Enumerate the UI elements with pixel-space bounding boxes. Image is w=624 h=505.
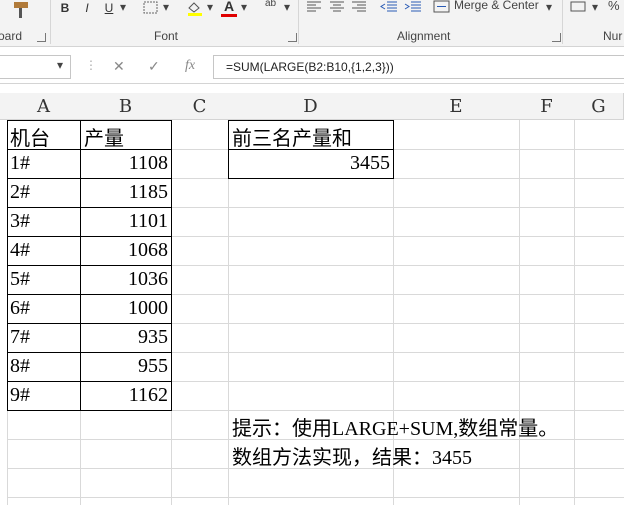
cell-b3[interactable]: 1185 [129,181,168,204]
underline-button[interactable]: U [102,0,116,16]
cell-a3[interactable]: 2# [10,181,30,204]
cell-b5[interactable]: 1068 [128,239,168,262]
cell-a9[interactable]: 8# [10,355,30,378]
cell-b8[interactable]: 935 [138,326,168,349]
font-color-button[interactable]: A [222,0,236,14]
grid-line [7,497,624,498]
table-row-line [7,294,172,295]
cell-a2[interactable]: 1# [10,152,30,175]
ribbon-separator [562,0,563,44]
decrease-indent-icon[interactable] [380,1,398,13]
cell-d1[interactable]: 前三名产量和 [232,122,352,151]
align-center-icon[interactable] [329,1,345,13]
cell-a8[interactable]: 7# [10,326,30,349]
cell-b9[interactable]: 955 [138,355,168,378]
percent-button[interactable]: % [608,0,620,13]
align-right-icon[interactable] [351,1,367,13]
cell-a7[interactable]: 6# [10,297,30,320]
borders-icon[interactable] [143,1,159,15]
fill-color-icon[interactable] [185,0,205,16]
cell-b2[interactable]: 1108 [129,152,168,175]
sheet-grid[interactable]: 机台 产量 1# 1108 2# 1185 3# 1101 4# 1068 5#… [0,120,624,505]
cell-a6[interactable]: 5# [10,268,30,291]
cell-b7[interactable]: 1000 [128,297,168,320]
borders-dropdown-icon[interactable]: ▾ [163,0,169,14]
more-icon[interactable]: ⋮ [85,58,97,72]
clipboard-launcher-icon[interactable] [37,33,46,42]
cell-b1[interactable]: 产量 [84,122,124,151]
column-header-c[interactable]: C [171,93,229,120]
format-painter-icon[interactable] [10,0,32,20]
font-color-swatch [221,14,237,17]
italic-button[interactable]: I [80,0,94,16]
column-header-b[interactable]: B [80,93,172,120]
table-row-line [7,323,172,324]
number-group-label: Nur [603,29,623,43]
cell-b4[interactable]: 1101 [129,210,168,233]
cell-a1[interactable]: 机台 [10,122,50,151]
cell-b6[interactable]: 1036 [128,268,168,291]
table-row-line [7,381,172,382]
font-color-dropdown-icon[interactable]: ▾ [241,0,247,14]
name-box-dropdown-icon[interactable]: ▾ [57,58,63,72]
fill-color-swatch [188,13,202,16]
column-header-d[interactable]: D [228,93,394,120]
table-row-line [7,352,172,353]
column-header-a[interactable]: A [7,93,81,120]
merge-center-icon[interactable] [433,0,451,14]
ribbon-separator [50,0,51,44]
column-header-g[interactable]: G [574,93,624,120]
table-row-line [7,265,172,266]
cell-a5[interactable]: 4# [10,239,30,262]
table-row-line [7,207,172,208]
merge-center-label[interactable]: Merge & Center [454,0,539,12]
number-format-icon[interactable] [570,0,588,14]
table-row-line [7,178,172,179]
note-line-2[interactable]: 数组方法实现，结果：3455 [232,441,472,470]
bold-button[interactable]: B [58,0,72,16]
alignment-group-label: Alignment [397,29,451,43]
ribbon-separator [298,0,299,44]
cell-b10[interactable]: 1162 [129,384,168,407]
cancel-icon[interactable]: ✕ [113,58,125,75]
align-left-icon[interactable] [306,1,322,13]
insert-function-icon[interactable]: fx [185,58,195,74]
alignment-launcher-icon[interactable] [552,33,561,42]
column-header-e[interactable]: E [393,93,520,120]
fill-color-dropdown-icon[interactable]: ▾ [207,0,213,14]
font-launcher-icon[interactable] [288,33,297,42]
cell-a4[interactable]: 3# [10,210,30,233]
cell-a10[interactable]: 9# [10,384,30,407]
text-direction-dropdown-icon[interactable]: ▾ [284,0,290,14]
increase-indent-icon[interactable] [404,1,422,13]
merge-center-dropdown-icon[interactable]: ▾ [546,0,552,14]
table-row-line [7,236,172,237]
enter-icon[interactable]: ✓ [148,58,160,75]
formula-bar-row: ▾ ⋮ ✕ ✓ fx =SUM(LARGE(B2:B10,{1,2,3})) [0,52,624,84]
formula-input[interactable]: =SUM(LARGE(B2:B10,{1,2,3})) [213,55,624,79]
clipboard-group-label: oard [0,29,23,43]
text-direction-button[interactable]: ab [265,0,276,9]
cell-d2[interactable]: 3455 [350,152,390,175]
number-format-dropdown-icon[interactable]: ▾ [592,0,598,14]
underline-dropdown-icon[interactable]: ▾ [120,0,126,14]
font-group-label: Font [154,29,179,43]
note-line-1[interactable]: 提示：使用LARGE+SUM,数组常量。 [232,412,558,441]
ribbon: B I U ▾ ▾ ▾ A ▾ ab ▾ Merge & Center ▾ ▾ … [0,0,624,47]
column-header-f[interactable]: F [519,93,575,120]
